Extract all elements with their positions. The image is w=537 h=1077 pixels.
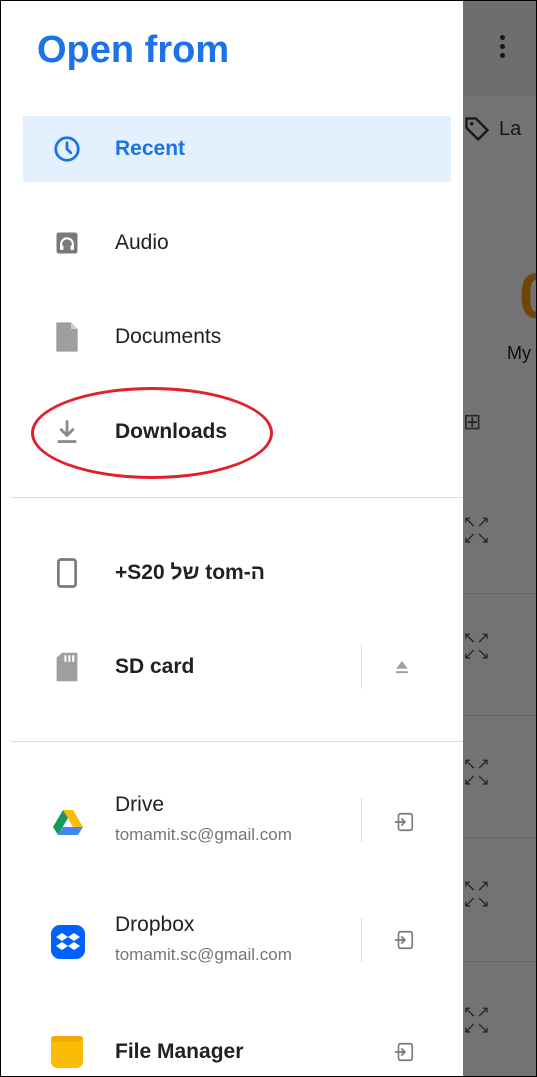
vertical-separator — [361, 645, 362, 689]
drawer-item-label: Documents — [115, 325, 222, 348]
google-drive-icon — [51, 805, 85, 839]
audio-icon — [51, 227, 83, 259]
account-name: File Manager — [115, 1040, 244, 1063]
drawer-item-dropbox[interactable]: Dropbox tomamit.sc@gmail.com — [23, 897, 451, 987]
drawer-item-label: Recent — [115, 137, 186, 160]
dropbox-icon — [51, 925, 85, 959]
sd-card-icon — [51, 651, 83, 683]
drawer-title: Open from — [37, 29, 230, 71]
drawer-item-label: SD card — [115, 655, 195, 678]
drawer-item-audio[interactable]: Audio — [23, 210, 451, 276]
file-manager-icon — [51, 1036, 83, 1068]
sign-in-icon[interactable] — [389, 807, 419, 837]
screen: La 0 My ⊞ ↖↗↙↘ ↖↗↙↘ ↖↗↙↘ ↖↗↙↘ ↖↗↙↘ Open … — [0, 0, 537, 1077]
drawer-item-documents[interactable]: Documents — [23, 304, 451, 370]
drawer-item-label: Audio — [115, 231, 169, 254]
account-email: tomamit.sc@gmail.com — [115, 945, 292, 964]
annotation-circle — [31, 387, 273, 479]
eject-icon[interactable] — [387, 652, 417, 682]
open-from-drawer: Open from Recent Audio Documents Downloa — [1, 1, 463, 1076]
drawer-item-recent[interactable]: Recent — [23, 116, 451, 182]
sign-in-icon[interactable] — [389, 1037, 419, 1067]
drawer-divider — [11, 497, 463, 498]
drawer-divider — [11, 741, 463, 742]
drawer-item-label: +S20 של tom-ה — [115, 561, 265, 584]
sign-in-icon[interactable] — [389, 925, 419, 955]
account-name: Drive — [115, 793, 165, 816]
document-icon — [51, 321, 83, 353]
clock-icon — [51, 133, 83, 165]
drawer-item-device-storage[interactable]: +S20 של tom-ה — [23, 540, 451, 606]
drawer-item-file-manager[interactable]: File Manager — [23, 1019, 451, 1076]
phone-icon — [51, 557, 83, 589]
drawer-item-drive[interactable]: Drive tomamit.sc@gmail.com — [23, 777, 451, 867]
vertical-separator — [361, 918, 362, 962]
account-name: Dropbox — [115, 913, 195, 936]
account-email: tomamit.sc@gmail.com — [115, 825, 292, 844]
vertical-separator — [361, 798, 362, 842]
